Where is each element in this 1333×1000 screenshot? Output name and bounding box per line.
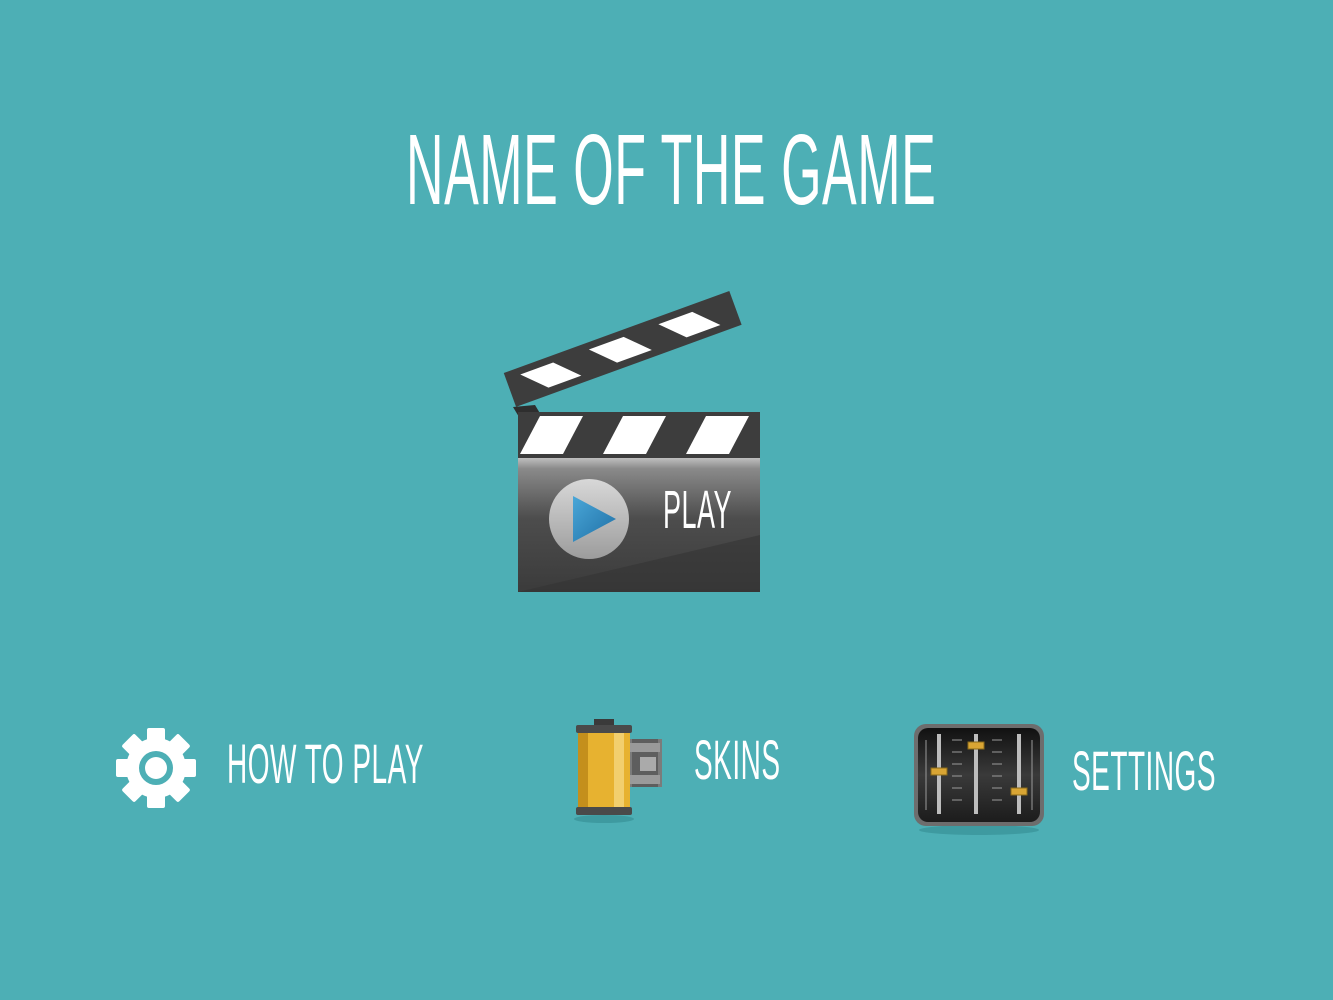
mixer-sliders-icon [914, 724, 1044, 835]
skins-button[interactable]: SKINS [570, 715, 790, 825]
settings-button[interactable]: SETTINGS [910, 720, 1216, 838]
play-label: PLAY [663, 480, 733, 540]
how-to-play-label: HOW TO PLAY [227, 732, 424, 795]
film-roll-icon [574, 719, 662, 823]
clapperboard-icon [503, 290, 760, 592]
skins-label: SKINS [694, 728, 781, 791]
gear-icon [116, 728, 196, 808]
how-to-play-button[interactable]: HOW TO PLAY [112, 726, 423, 816]
settings-label: SETTINGS [1072, 739, 1217, 802]
play-button[interactable]: PLAY [495, 265, 765, 595]
game-title: NAME OF THE GAME [406, 114, 937, 226]
